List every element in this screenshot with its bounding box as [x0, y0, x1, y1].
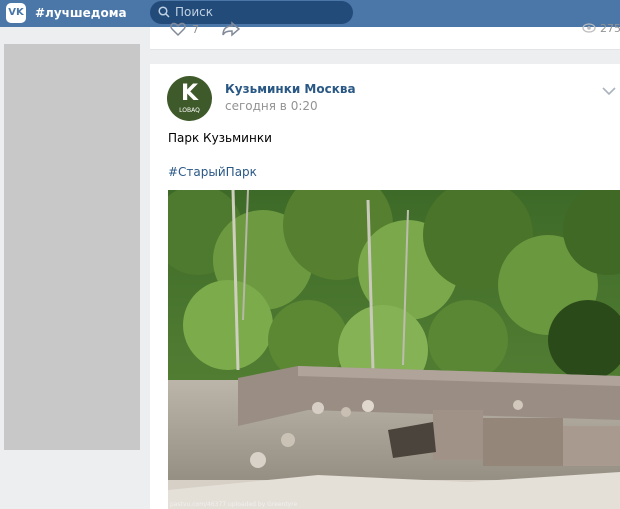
top-bar: VK #лучшедома Поиск	[0, 0, 620, 27]
post-text: Парк Кузьминки	[168, 131, 272, 145]
previous-post-footer: 7 275	[150, 21, 620, 50]
chevron-down-icon[interactable]	[602, 86, 616, 96]
avatar-subtext: LOBAQ	[179, 107, 200, 114]
park-ruins-photo	[168, 190, 620, 509]
left-sidebar-placeholder	[4, 44, 140, 450]
avatar[interactable]: K LOBAQ	[167, 76, 212, 121]
page-hashtag[interactable]: #лучшедома	[35, 4, 127, 22]
view-count: 275	[600, 22, 620, 35]
search-icon	[158, 6, 170, 18]
search-placeholder: Поиск	[175, 5, 214, 19]
post-card: K LOBAQ Кузьминки Москва сегодня в 0:20 …	[150, 64, 620, 509]
post-time[interactable]: сегодня в 0:20	[225, 99, 318, 114]
post-author[interactable]: Кузьминки Москва	[225, 82, 356, 97]
share-icon[interactable]	[222, 21, 240, 37]
post-photo[interactable]: pastvu.com/46377 uploaded by Greentyre	[168, 190, 620, 509]
post-hashtag[interactable]: #СтарыйПарк	[168, 165, 257, 180]
eye-icon	[582, 23, 596, 33]
like-count: 7	[192, 23, 199, 36]
like-icon[interactable]	[170, 21, 186, 37]
vk-logo-icon[interactable]: VK	[6, 3, 26, 23]
avatar-letter: K	[180, 81, 199, 106]
photo-credit: pastvu.com/46377 uploaded by Greentyre	[170, 501, 298, 508]
